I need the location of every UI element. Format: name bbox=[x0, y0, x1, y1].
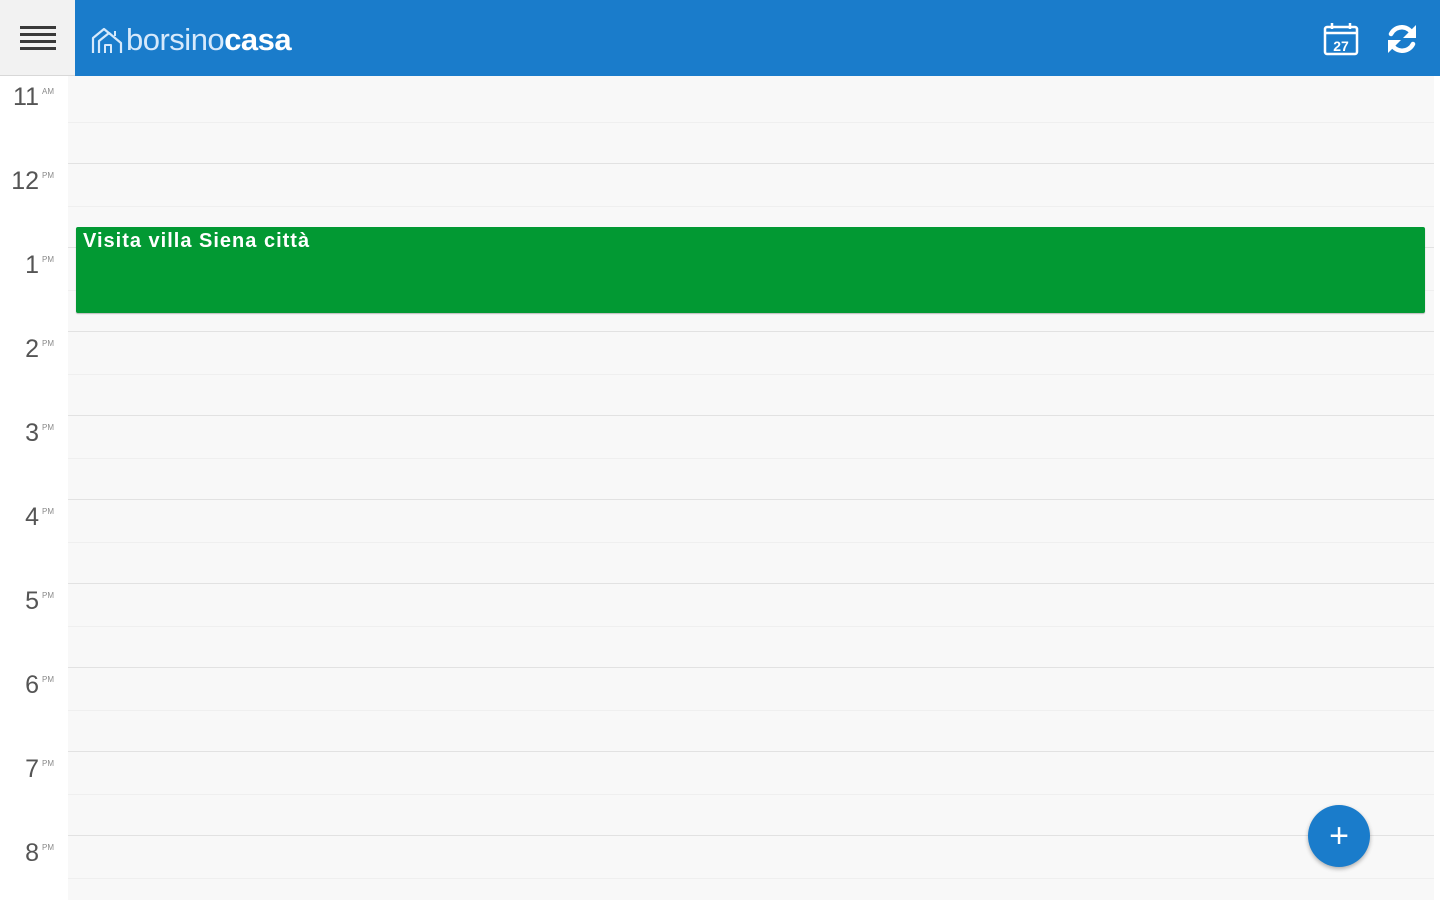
half-hour-line bbox=[68, 710, 1434, 711]
app-header: borsino casa 27 bbox=[0, 0, 1440, 76]
add-icon: + bbox=[1329, 817, 1349, 855]
hour-label: 2 PM bbox=[25, 335, 54, 363]
hour-line bbox=[68, 415, 1434, 416]
logo-text-light: borsino bbox=[126, 22, 225, 57]
hour-line bbox=[68, 583, 1434, 584]
calendar-today-button[interactable]: 27 bbox=[1322, 20, 1360, 58]
app-logo: borsino casa bbox=[90, 20, 292, 60]
menu-button[interactable] bbox=[0, 0, 75, 76]
calendar-event[interactable]: Visita villa Siena città bbox=[76, 227, 1425, 313]
hour-label: 1 PM bbox=[25, 251, 54, 279]
half-hour-line bbox=[68, 374, 1434, 375]
half-hour-line bbox=[68, 542, 1434, 543]
hour-label: 4 PM bbox=[25, 503, 54, 531]
half-hour-line bbox=[68, 626, 1434, 627]
hour-label: 7 PM bbox=[25, 755, 54, 783]
half-hour-line bbox=[68, 458, 1434, 459]
hour-label: 11 AM bbox=[13, 83, 54, 111]
add-event-button[interactable]: + bbox=[1308, 805, 1370, 867]
hour-label: 3 PM bbox=[25, 419, 54, 447]
hour-line bbox=[68, 163, 1434, 164]
hour-line bbox=[68, 667, 1434, 668]
half-hour-line bbox=[68, 794, 1434, 795]
hour-label: 6 PM bbox=[25, 671, 54, 699]
refresh-icon bbox=[1388, 25, 1416, 53]
hour-label: 12 PM bbox=[11, 167, 54, 195]
calendar-icon: 27 bbox=[1323, 23, 1359, 56]
hour-label: 5 PM bbox=[25, 587, 54, 615]
hour-line bbox=[68, 331, 1434, 332]
time-column: 11 AM 12 PM 1 PM 2 PM 3 PM 4 PM 5 PM 6 PM 7 PM 8P… bbox=[0, 76, 68, 900]
half-hour-line bbox=[68, 122, 1434, 123]
event-title: Visita villa Siena città bbox=[83, 230, 311, 252]
hour-line bbox=[68, 499, 1434, 500]
calendar-day-number: 27 bbox=[1333, 38, 1349, 54]
half-hour-line bbox=[68, 206, 1434, 207]
logo-house-icon bbox=[91, 27, 123, 53]
half-hour-line bbox=[68, 878, 1434, 879]
hamburger-icon bbox=[19, 25, 56, 50]
grid-right-edge bbox=[1434, 76, 1440, 900]
refresh-button[interactable] bbox=[1383, 20, 1421, 58]
hour-line bbox=[68, 751, 1434, 752]
hour-label: 8 PM bbox=[25, 839, 54, 867]
logo-text-bold: casa bbox=[224, 22, 292, 57]
day-view-calendar: 11 AM 12 PM 1 PM 2 PM 3 PM 4 PM 5 PM 6 PM 7 PM 8P… bbox=[0, 76, 1440, 900]
hour-line bbox=[68, 835, 1434, 836]
time-grid[interactable] bbox=[68, 76, 1434, 900]
